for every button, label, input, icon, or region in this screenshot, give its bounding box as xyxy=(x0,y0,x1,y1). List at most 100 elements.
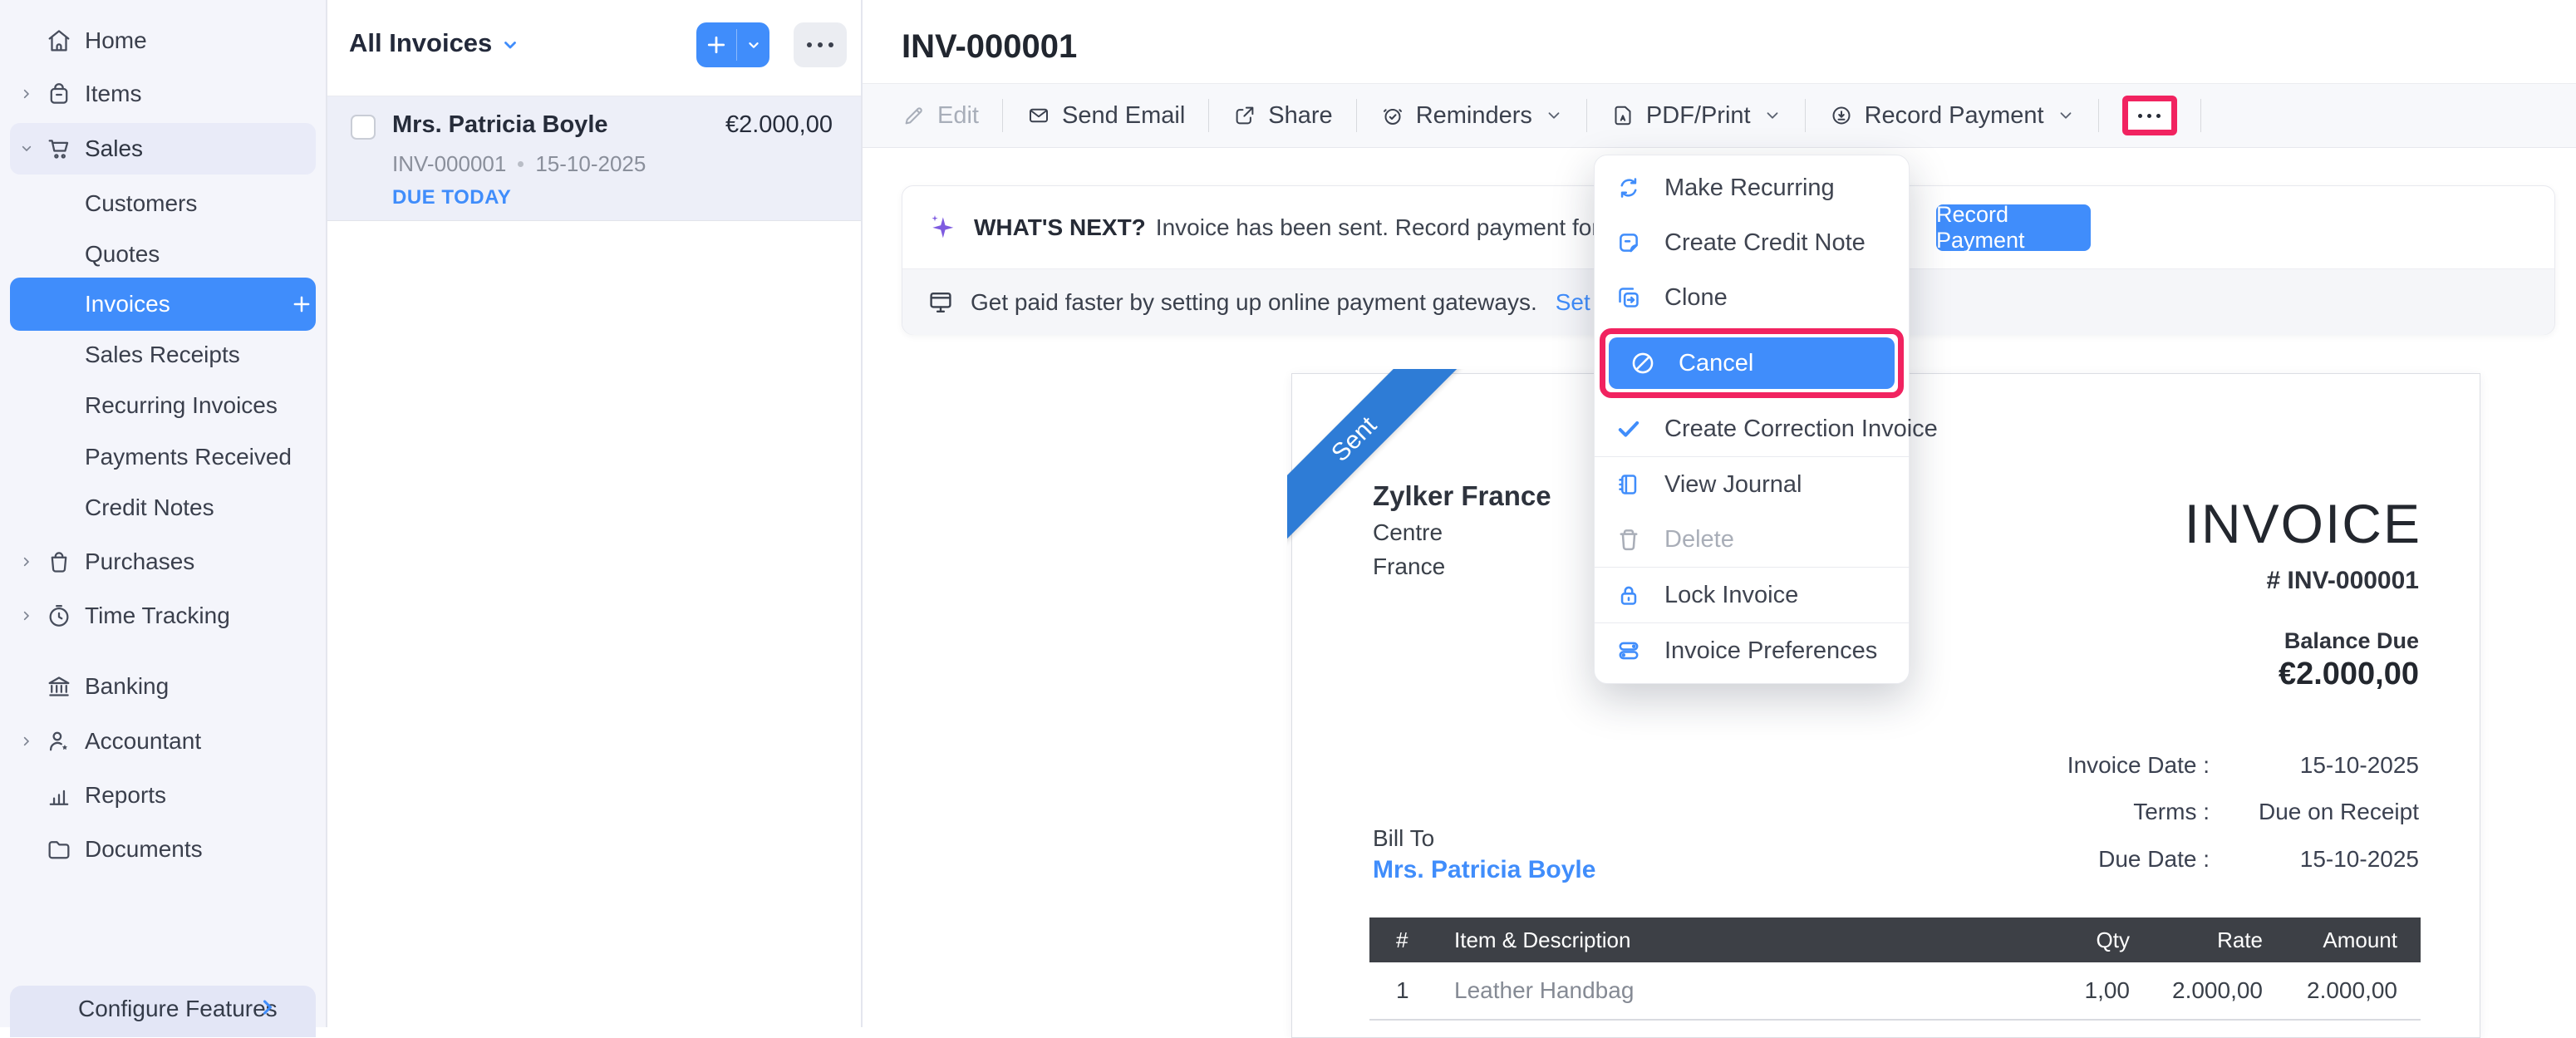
journal-icon xyxy=(1615,470,1643,499)
menu-item-create-credit-note[interactable]: Create Credit Note xyxy=(1595,215,1909,270)
reports-icon xyxy=(45,781,73,809)
divider xyxy=(1805,99,1806,132)
chevron-down-icon[interactable] xyxy=(18,140,35,157)
sidebar-item-items[interactable]: Items xyxy=(0,71,326,117)
detail-toolbar: Edit Send Email Share Reminders PDF/Prin… xyxy=(863,83,2576,148)
menu-item-view-journal[interactable]: View Journal xyxy=(1595,457,1909,512)
whats-next-label: WHAT'S NEXT? xyxy=(974,214,1146,241)
chevron-right-icon[interactable] xyxy=(18,553,35,570)
sidebar-item-reports[interactable]: Reports xyxy=(0,772,326,819)
sidebar-item-recurring-invoices[interactable]: Recurring Invoices xyxy=(0,382,326,429)
share-button[interactable]: Share xyxy=(1232,102,1332,130)
sidebar-item-label: Banking xyxy=(85,673,169,700)
menu-item-make-recurring[interactable]: Make Recurring xyxy=(1595,160,1909,215)
plus-icon[interactable] xyxy=(696,22,736,67)
reminders-button[interactable]: Reminders xyxy=(1380,102,1563,130)
clone-icon xyxy=(1615,283,1643,312)
chevron-down-icon xyxy=(500,35,520,55)
chevron-right-icon[interactable] xyxy=(18,733,35,750)
accountant-icon xyxy=(45,727,73,755)
balance-due-value: €2.000,00 xyxy=(2279,657,2419,692)
edit-button[interactable]: Edit xyxy=(902,102,979,130)
sidebar-item-time-tracking[interactable]: Time Tracking xyxy=(0,593,326,639)
sidebar-item-label: Reports xyxy=(85,782,166,809)
invoice-amount: €2.000,00 xyxy=(725,111,833,139)
chevron-right-icon[interactable] xyxy=(18,608,35,624)
sidebar-item-label: Accountant xyxy=(85,728,201,755)
configure-features-button[interactable]: Configure Features xyxy=(10,986,316,1037)
sidebar-item-invoices[interactable]: Invoices xyxy=(10,278,316,331)
invoice-list-item[interactable]: Mrs. Patricia Boyle €2.000,00 INV-000001… xyxy=(327,96,861,221)
sidebar-item-documents[interactable]: Documents xyxy=(0,826,326,873)
sidebar-item-accountant[interactable]: Accountant xyxy=(0,718,326,765)
trash-icon xyxy=(1615,525,1643,553)
items-bag-icon xyxy=(45,80,73,108)
check-icon xyxy=(1615,415,1643,443)
sidebar-item-label: Time Tracking xyxy=(85,603,230,629)
sidebar-item-label: Invoices xyxy=(85,291,170,317)
terms-row: Terms : Due on Receipt xyxy=(1852,799,2419,825)
sidebar-item-label: Items xyxy=(85,81,141,107)
list-header: All Invoices xyxy=(327,0,861,96)
divider xyxy=(2098,99,2099,132)
customer-name: Mrs. Patricia Boyle xyxy=(392,111,608,139)
sidebar-item-purchases[interactable]: Purchases xyxy=(0,539,326,585)
sidebar-item-home[interactable]: Home xyxy=(0,17,326,64)
balance-due-label: Balance Due xyxy=(2284,628,2419,654)
sidebar-item-credit-notes[interactable]: Credit Notes xyxy=(0,485,326,531)
configure-features-label: Configure Features xyxy=(78,996,278,1022)
menu-item-invoice-preferences[interactable]: Invoice Preferences xyxy=(1595,623,1909,678)
more-actions-button-highlighted[interactable] xyxy=(2122,96,2177,135)
purchases-bag-icon xyxy=(45,548,73,576)
items-table-header: # Item & Description Qty Rate Amount xyxy=(1369,917,2421,962)
time-tracking-icon xyxy=(45,602,73,630)
divider xyxy=(1586,99,1587,132)
menu-item-delete[interactable]: Delete xyxy=(1595,512,1909,567)
menu-item-lock-invoice[interactable]: Lock Invoice xyxy=(1595,568,1909,622)
divider xyxy=(861,0,863,1027)
sidebar-item-sales[interactable]: Sales xyxy=(10,123,316,175)
menu-item-clone[interactable]: Clone xyxy=(1595,270,1909,325)
add-invoice-icon[interactable] xyxy=(289,292,314,317)
divider xyxy=(1356,99,1357,132)
record-payment-button[interactable]: Record Payment xyxy=(1936,204,2091,251)
record-payment-menu-button[interactable]: Record Payment xyxy=(1829,102,2075,130)
document-number: # INV-000001 xyxy=(2267,567,2419,595)
home-icon xyxy=(45,27,73,55)
sidebar-item-label: Documents xyxy=(85,836,203,863)
chevron-down-icon xyxy=(1545,106,1563,125)
sidebar-item-label: Purchases xyxy=(85,549,194,575)
sales-cart-icon xyxy=(45,135,73,163)
credit-note-icon xyxy=(1615,229,1643,257)
sidebar-item-sales-receipts[interactable]: Sales Receipts xyxy=(0,332,326,378)
chevron-down-icon[interactable] xyxy=(737,22,769,67)
menu-item-create-correction-invoice[interactable]: Create Correction Invoice xyxy=(1595,401,1909,456)
menu-item-cancel[interactable]: Cancel xyxy=(1609,337,1895,389)
chevron-right-icon[interactable] xyxy=(18,86,35,102)
lock-icon xyxy=(1615,581,1643,609)
sidebar-item-label: Sales xyxy=(85,135,143,162)
sidebar: Home Items Sales Customers Quotes Invoic… xyxy=(0,0,326,1027)
item-name: Leather Handbag xyxy=(1429,977,2005,1004)
send-email-button[interactable]: Send Email xyxy=(1026,102,1185,130)
sidebar-item-label: Credit Notes xyxy=(85,494,214,521)
invoice-date: 15-10-2025 xyxy=(535,151,646,177)
sidebar-item-banking[interactable]: Banking xyxy=(0,663,326,710)
pencil-icon xyxy=(902,103,927,128)
bill-to-name-link[interactable]: Mrs. Patricia Boyle xyxy=(1373,856,1595,884)
list-more-button[interactable] xyxy=(794,22,847,67)
sidebar-item-customers[interactable]: Customers xyxy=(0,180,326,227)
banking-icon xyxy=(45,672,73,701)
gateways-text: Get paid faster by setting up online pay… xyxy=(971,289,1537,316)
pdf-print-button[interactable]: PDF/Print xyxy=(1610,102,1782,130)
sidebar-item-quotes[interactable]: Quotes xyxy=(0,231,326,278)
sidebar-item-payments-received[interactable]: Payments Received xyxy=(0,434,326,480)
new-invoice-split-button[interactable] xyxy=(696,22,769,67)
sidebar-item-label: Recurring Invoices xyxy=(85,392,278,419)
company-name: Zylker France xyxy=(1373,480,1551,512)
due-date-row: Due Date : 15-10-2025 xyxy=(1852,846,2419,873)
list-filter-dropdown[interactable]: All Invoices xyxy=(349,28,520,58)
cancel-highlight-box: Cancel xyxy=(1600,328,1904,398)
sidebar-item-label: Quotes xyxy=(85,241,160,268)
row-checkbox[interactable] xyxy=(351,115,376,140)
